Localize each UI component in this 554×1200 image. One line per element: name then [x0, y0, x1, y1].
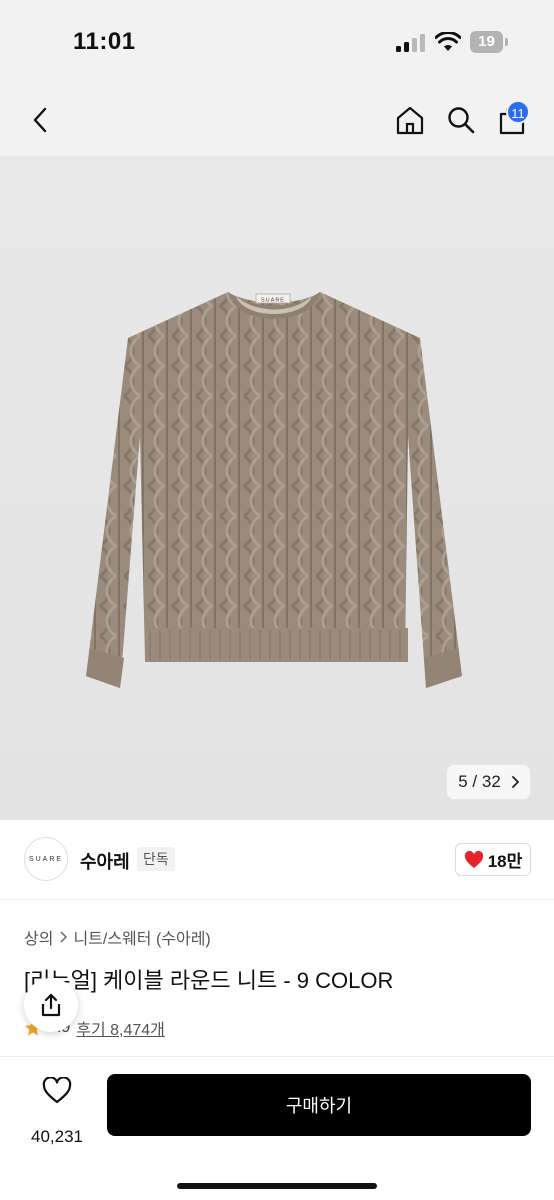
- wishlist-button[interactable]: 40,231: [22, 1075, 90, 1146]
- wifi-icon: [435, 32, 461, 51]
- search-icon: [448, 107, 475, 134]
- back-button[interactable]: [22, 102, 58, 138]
- wishlist-count: 40,231: [31, 1127, 83, 1146]
- heart-filled-icon: [464, 850, 483, 868]
- heart-outline-icon: [42, 1077, 72, 1104]
- image-current: 5: [458, 772, 468, 791]
- brand-logo[interactable]: SUARE: [24, 837, 68, 881]
- buy-button[interactable]: 구매하기: [107, 1074, 531, 1136]
- search-button[interactable]: [443, 102, 479, 138]
- garment-label: SUARE: [261, 298, 285, 304]
- brand-like-count: 18만: [487, 852, 523, 871]
- product-title: [리뉴얼] 케이블 라운드 니트 - 9 COLOR: [24, 968, 394, 993]
- exclusive-tag: 단독: [137, 847, 175, 871]
- bottom-action-bar: 40,231 구매하기: [0, 1056, 554, 1200]
- breadcrumb: 상의 니트/스웨터 (수아레): [24, 925, 211, 949]
- home-button[interactable]: [392, 102, 428, 138]
- battery-icon: 19: [470, 31, 508, 53]
- chevron-right-icon: [60, 931, 68, 943]
- top-nav-bar: [0, 84, 554, 156]
- battery-level: 19: [478, 33, 495, 50]
- home-icon: [396, 106, 424, 135]
- image-counter-button[interactable]: 5 / 32: [446, 764, 531, 800]
- brand-row: SUARE 수아레 단독 18만: [0, 820, 554, 900]
- share-button[interactable]: [24, 978, 78, 1032]
- cart-count-badge: 11: [506, 100, 530, 124]
- brand-like-button[interactable]: 18만: [455, 843, 531, 876]
- chevron-left-icon: [33, 107, 47, 133]
- cellular-signal-icon: [396, 34, 426, 52]
- chevron-right-icon: [511, 776, 519, 788]
- status-bar: 11:01 19: [0, 0, 554, 84]
- breadcrumb-item[interactable]: 상의: [24, 925, 53, 949]
- image-separator: /: [472, 772, 478, 791]
- home-indicator: [177, 1183, 377, 1189]
- share-icon: [41, 993, 61, 1017]
- breadcrumb-item[interactable]: 니트/스웨터 (수아레): [73, 925, 210, 949]
- product-image-gallery[interactable]: SUARE 5 / 32: [0, 156, 554, 820]
- reviews-link[interactable]: 후기 8,474개: [76, 1016, 165, 1040]
- status-time: 11:01: [73, 28, 136, 55]
- sweater-product-image: SUARE: [86, 292, 462, 688]
- image-total: 32: [481, 772, 501, 791]
- brand-name[interactable]: 수아레: [80, 848, 130, 874]
